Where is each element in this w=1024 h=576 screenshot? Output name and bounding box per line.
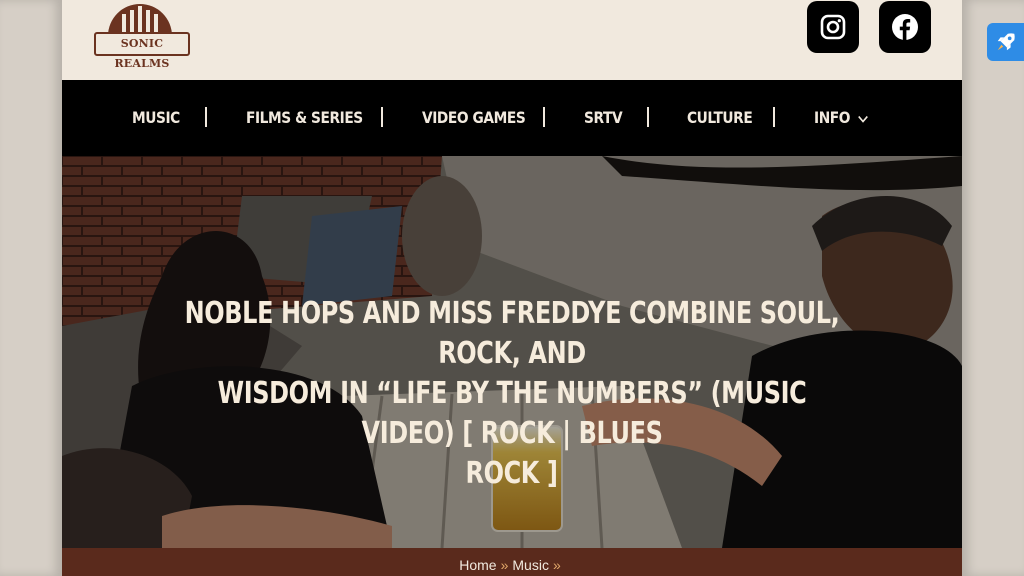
- breadcrumb-home-link[interactable]: Home: [459, 557, 496, 573]
- article-title-line-1: NOBLE HOPS AND MISS FREDDYE COMBINE SOUL…: [184, 296, 840, 371]
- chevron-down-icon: [858, 115, 868, 123]
- site-header: SONIC REALMS: [62, 0, 962, 80]
- site-logo[interactable]: SONIC REALMS: [90, 0, 190, 70]
- instagram-icon: [820, 14, 846, 40]
- nav-item-info[interactable]: INFO: [814, 80, 868, 156]
- nav-item-srtv[interactable]: SRTV: [584, 80, 623, 156]
- nav-separator: [773, 107, 775, 127]
- main-navigation: MUSIC FILMS & SERIES VIDEO GAMES SRTV CU…: [62, 80, 962, 156]
- nav-separator: [205, 107, 207, 127]
- nav-item-info-label: INFO: [814, 108, 851, 127]
- article-title: NOBLE HOPS AND MISS FREDDYE COMBINE SOUL…: [82, 294, 942, 494]
- page-gutter-right: [962, 0, 1024, 576]
- breadcrumb-separator: »: [552, 557, 561, 573]
- nav-item-video-games[interactable]: VIDEO GAMES: [422, 80, 526, 156]
- facebook-icon: [892, 14, 918, 40]
- breadcrumb-separator: »: [500, 557, 509, 573]
- facebook-link[interactable]: [879, 1, 931, 53]
- rocket-widget-button[interactable]: [987, 23, 1024, 61]
- rocket-icon: [997, 33, 1015, 51]
- nav-item-culture[interactable]: CULTURE: [687, 80, 753, 156]
- nav-separator: [647, 107, 649, 127]
- article-title-line-3: ROCK ]: [465, 456, 559, 491]
- nav-item-films-series[interactable]: FILMS & SERIES: [246, 80, 363, 156]
- nav-separator: [543, 107, 545, 127]
- article-title-line-2: WISDOM IN “LIFE BY THE NUMBERS” (MUSIC V…: [217, 376, 807, 451]
- logo-emblem-icon: [108, 4, 172, 36]
- hero-banner: NOBLE HOPS AND MISS FREDDYE COMBINE SOUL…: [62, 156, 962, 548]
- page-container: SONIC REALMS MUSIC FILMS & SERIES VIDEO …: [62, 0, 962, 576]
- nav-item-music[interactable]: MUSIC: [132, 80, 180, 156]
- breadcrumb-music-link[interactable]: Music: [512, 557, 549, 573]
- instagram-link[interactable]: [807, 1, 859, 53]
- breadcrumb: Home» Music»: [62, 548, 962, 576]
- nav-separator: [381, 107, 383, 127]
- page-gutter-left: [0, 0, 62, 576]
- logo-text: SONIC REALMS: [94, 32, 190, 70]
